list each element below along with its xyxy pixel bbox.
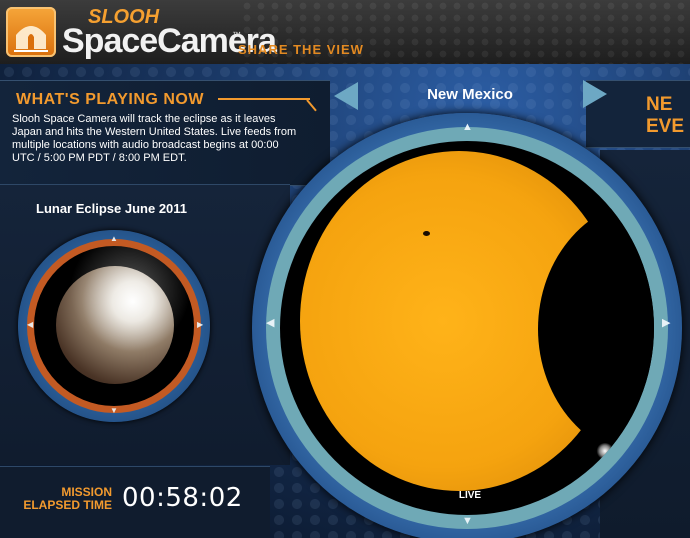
app-header: SLOOH SpaceCamera ™ SHARE THE VIEW bbox=[0, 0, 690, 66]
live-solar-eclipse-view[interactable] bbox=[280, 141, 654, 515]
now-playing-heading: WHAT'S PLAYING NOW bbox=[16, 91, 204, 108]
thumb-left-icon[interactable]: ◀ bbox=[27, 320, 33, 329]
next-event-line2: EVE bbox=[646, 116, 685, 137]
thumb-up-icon[interactable]: ▲ bbox=[110, 234, 118, 243]
sunspot bbox=[423, 231, 430, 236]
tagline: SHARE THE VIEW bbox=[238, 42, 364, 57]
trademark-mark: ™ bbox=[232, 30, 241, 40]
next-event-line1: NE bbox=[646, 94, 673, 115]
now-playing-description: Slooh Space Camera will track the eclips… bbox=[12, 113, 297, 164]
lunar-eclipse-thumbnail[interactable] bbox=[34, 246, 194, 406]
live-status-label: LIVE bbox=[458, 490, 482, 501]
mission-label-line2: ELAPSED TIME bbox=[23, 498, 112, 512]
mission-elapsed-label: MISSION ELAPSED TIME bbox=[12, 486, 112, 512]
callout-line bbox=[218, 98, 310, 100]
thumb-down-icon[interactable]: ▼ bbox=[110, 406, 118, 415]
elapsed-time-readout: 00:58:02 bbox=[122, 483, 243, 513]
thumb-right-icon[interactable]: ▶ bbox=[197, 320, 203, 329]
viewer-left-icon[interactable]: ◀ bbox=[266, 316, 274, 329]
viewer-down-icon[interactable]: ▼ bbox=[462, 515, 473, 527]
thumbnail-title: Lunar Eclipse June 2011 bbox=[36, 201, 188, 216]
prev-arrow-icon[interactable] bbox=[334, 82, 358, 110]
viewer-up-icon[interactable]: ▲ bbox=[462, 121, 473, 133]
viewer-right-icon[interactable]: ▶ bbox=[662, 316, 670, 329]
observatory-logo-icon[interactable] bbox=[6, 7, 56, 57]
sun-flare bbox=[596, 443, 614, 459]
next-event-label[interactable]: NE EVE bbox=[646, 94, 690, 138]
next-arrow-icon[interactable] bbox=[583, 80, 607, 108]
location-title: New Mexico bbox=[427, 86, 513, 103]
moon-glow bbox=[34, 246, 194, 406]
